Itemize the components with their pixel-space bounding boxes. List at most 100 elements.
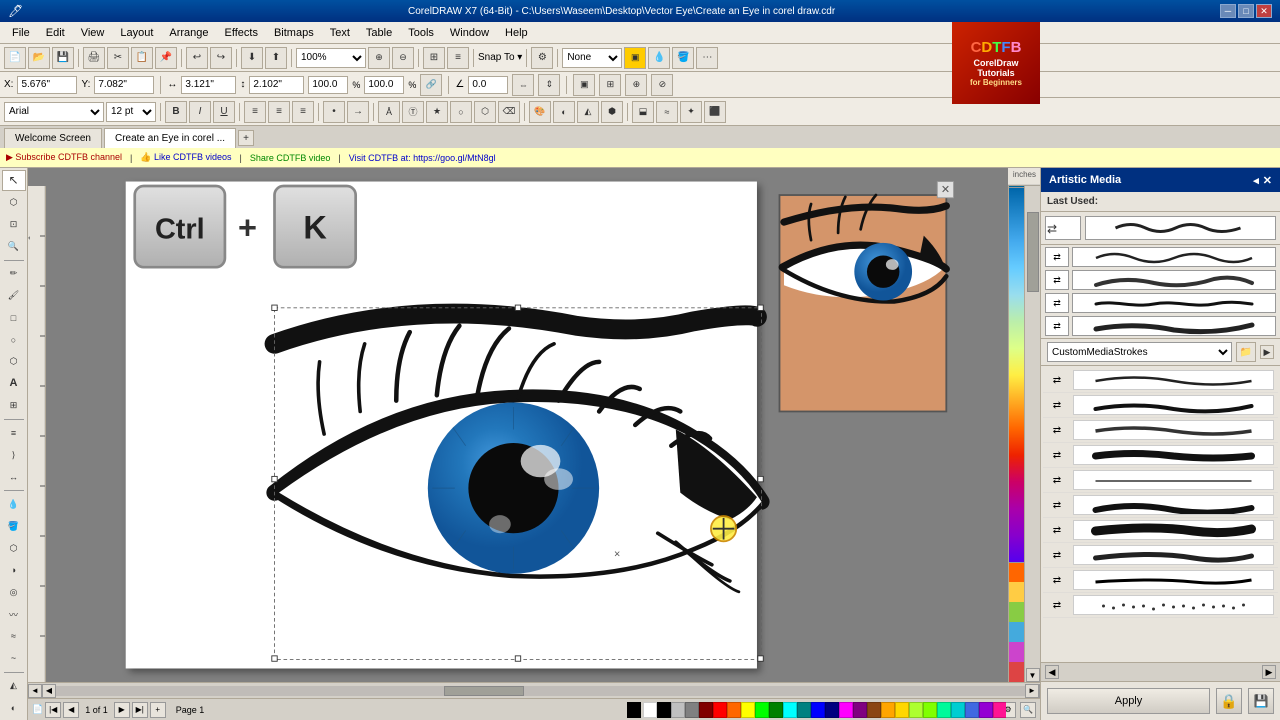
w-pct-input[interactable] (308, 76, 348, 94)
save-btn[interactable]: 💾 (52, 47, 74, 69)
textfit-btn[interactable]: Ⓣ (402, 101, 424, 123)
tool-table[interactable]: ⊞ (2, 395, 26, 416)
group-btn[interactable]: ▣ (573, 74, 595, 96)
pal-darkturquoise[interactable] (951, 702, 965, 718)
pal-silver[interactable] (671, 702, 685, 718)
star-btn[interactable]: ★ (426, 101, 448, 123)
underline-btn[interactable]: U (213, 101, 235, 123)
tool-zoom[interactable]: 🔍 (2, 236, 26, 257)
pal-black[interactable] (657, 702, 671, 718)
menu-edit[interactable]: Edit (38, 25, 73, 41)
indent-btn[interactable]: → (347, 101, 369, 123)
lu-arrows3[interactable]: ⇄ (1045, 293, 1069, 313)
menu-view[interactable]: View (73, 25, 113, 41)
pal-purple[interactable] (853, 702, 867, 718)
menu-layout[interactable]: Layout (112, 25, 161, 41)
zoom-dropdown[interactable]: 100% 75% 50% 200% (296, 48, 366, 68)
brush-preview-arrows[interactable]: ⇄ (1045, 216, 1081, 240)
tool-measure[interactable]: ↔ (2, 467, 26, 488)
brush-item-5[interactable]: ⇄ (1043, 468, 1278, 493)
pal-deeppink[interactable] (993, 702, 1006, 718)
eraser-btn[interactable]: ⌫ (498, 101, 520, 123)
zoom-in-btn[interactable]: ⊕ (368, 47, 390, 69)
menu-help[interactable]: Help (497, 25, 536, 41)
pal-darkviolet[interactable] (979, 702, 993, 718)
pal-gold[interactable] (895, 702, 909, 718)
export-btn[interactable]: ⬆ (265, 47, 287, 69)
tool-parallel[interactable]: ≡ (2, 423, 26, 444)
tool-text[interactable]: A (2, 373, 26, 394)
align-left-btn[interactable]: ≡ (244, 101, 266, 123)
pal-red[interactable] (713, 702, 727, 718)
menu-file[interactable]: File (4, 25, 38, 41)
new-tab-btn[interactable]: + (238, 130, 254, 146)
tab-create-eye[interactable]: Create an Eye in corel ... (104, 128, 236, 148)
menu-arrange[interactable]: Arrange (161, 25, 216, 41)
tool-warp[interactable]: 〰 (2, 604, 26, 625)
pal-chartreuse[interactable] (923, 702, 937, 718)
infobar-visit[interactable]: Visit CDTFB at: https://goo.gl/MtN8gl (349, 153, 496, 163)
browse-strokes-btn[interactable]: 📁 (1236, 342, 1256, 362)
tool-artmedia[interactable]: 🖌 (2, 285, 26, 306)
lu-arrows2[interactable]: ⇄ (1045, 270, 1069, 290)
bitmaps-btn[interactable]: ⬛ (704, 101, 726, 123)
brush-item-8[interactable]: ⇄ (1043, 543, 1278, 568)
bullet-btn[interactable]: • (323, 101, 345, 123)
tab-welcome[interactable]: Welcome Screen (4, 128, 102, 148)
copy-btn[interactable]: 📋 (131, 47, 153, 69)
color-bar-red[interactable] (1009, 662, 1024, 682)
brush-item-3[interactable]: ⇄ (1043, 418, 1278, 443)
close-button[interactable]: ✕ (1256, 4, 1272, 18)
pal-royalblue[interactable] (965, 702, 979, 718)
pal-maroon[interactable] (699, 702, 713, 718)
color-bar-blue[interactable] (1009, 622, 1024, 642)
scroll-down-btn[interactable]: ▼ (1026, 668, 1040, 682)
pal-blue[interactable] (811, 702, 825, 718)
align-btn[interactable]: ⊞ (423, 47, 445, 69)
tool-fill[interactable]: 🪣 (2, 516, 26, 537)
italic-btn[interactable]: I (189, 101, 211, 123)
tool-contour[interactable]: ◎ (2, 582, 26, 603)
align-center-btn[interactable]: ≡ (268, 101, 290, 123)
palette-none[interactable]: ⊘ (627, 702, 641, 718)
layers-btn[interactable]: ⬓ (632, 101, 654, 123)
brush-item-2[interactable]: ⇄ (1043, 393, 1278, 418)
import-btn[interactable]: ⬇ (241, 47, 263, 69)
brush-list[interactable]: ⇄ ⇄ ⇄ ⇄ (1041, 366, 1280, 662)
y-input[interactable] (94, 76, 154, 94)
menu-effects[interactable]: Effects (217, 25, 266, 41)
pal-cyan[interactable] (783, 702, 797, 718)
bold-btn[interactable]: B (165, 101, 187, 123)
brush-item-6[interactable]: ⇄ (1043, 493, 1278, 518)
hscroll-track[interactable] (56, 686, 1025, 696)
font-name-dropdown[interactable]: Arial (4, 102, 104, 122)
zoom-out-btn[interactable]: ⊖ (392, 47, 414, 69)
pal-saddlebrown[interactable] (867, 702, 881, 718)
menu-window[interactable]: Window (442, 25, 497, 41)
panel-collapse-icon[interactable]: ◂ (1253, 174, 1259, 187)
color-bar-purple[interactable] (1009, 642, 1024, 662)
pal-green[interactable] (769, 702, 783, 718)
scroll-thumb[interactable] (1027, 212, 1039, 292)
hscroll-thumb[interactable] (444, 686, 524, 696)
pal-mediumspringgreen[interactable] (937, 702, 951, 718)
lu-arrows[interactable]: ⇄ (1045, 247, 1069, 267)
pal-greenyellow[interactable] (909, 702, 923, 718)
font-size-dropdown[interactable]: 12 pt (106, 102, 156, 122)
maximize-button[interactable]: □ (1238, 4, 1254, 18)
undo-btn[interactable]: ↩ (186, 47, 208, 69)
tool-transparency[interactable]: ◐ (2, 697, 26, 718)
color-btn[interactable]: ▣ (624, 47, 646, 69)
print-btn[interactable]: 🖨 (83, 47, 105, 69)
more-btn[interactable]: ⋯ (696, 47, 718, 69)
options-btn[interactable]: ⚙ (531, 47, 553, 69)
menu-table[interactable]: Table (358, 25, 400, 41)
media-strokes-dropdown[interactable]: CustomMediaStrokes (1047, 342, 1232, 362)
shadow-btn[interactable]: ◭ (577, 101, 599, 123)
char-btn[interactable]: Å (378, 101, 400, 123)
infobar-share[interactable]: Share CDTFB video (250, 153, 331, 163)
eyedrop-btn[interactable]: 💧 (648, 47, 670, 69)
lu-wave2[interactable] (1072, 270, 1276, 290)
w-input[interactable] (181, 76, 236, 94)
infobar-subscribe[interactable]: ▶ Subscribe CDTFB channel (6, 152, 122, 163)
